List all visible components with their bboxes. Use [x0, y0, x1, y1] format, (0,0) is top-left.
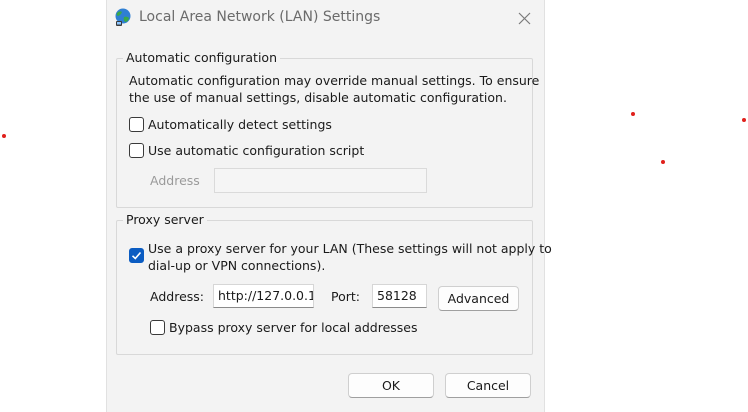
ok-button[interactable]: OK [348, 373, 434, 398]
group-label-automatic-configuration: Automatic configuration [123, 50, 280, 65]
proxy-port-label: Port: [331, 289, 360, 304]
use-proxy-label-line2[interactable]: dial-up or VPN connections). [148, 257, 325, 274]
lan-settings-dialog: Local Area Network (LAN) Settings Automa… [106, 0, 552, 412]
use-script-label[interactable]: Use automatic configuration script [148, 142, 364, 159]
marker-dot [661, 160, 665, 164]
auto-config-description-line1: Automatic configuration may override man… [129, 73, 540, 88]
detect-settings-label[interactable]: Automatically detect settings [148, 116, 332, 133]
marker-dot [2, 134, 6, 138]
auto-config-description-line2: the use of manual settings, disable auto… [129, 90, 507, 105]
close-icon [518, 12, 530, 24]
use-proxy-label-line1[interactable]: Use a proxy server for your LAN (These s… [148, 240, 552, 257]
checkmark-icon [131, 251, 142, 260]
proxy-address-label: Address: [150, 289, 204, 304]
marker-dot [742, 118, 746, 122]
use-script-checkbox[interactable] [129, 143, 144, 158]
window-title: Local Area Network (LAN) Settings [139, 9, 381, 25]
globe-network-icon [113, 7, 133, 27]
script-address-input[interactable] [214, 168, 427, 193]
proxy-address-input[interactable]: http://127.0.0.1 [213, 284, 314, 308]
advanced-button[interactable]: Advanced [438, 286, 519, 311]
script-address-label: Address [150, 173, 200, 188]
marker-dot [631, 112, 635, 116]
cancel-button[interactable]: Cancel [445, 373, 531, 398]
title-bar: Local Area Network (LAN) Settings [107, 0, 544, 36]
detect-settings-checkbox[interactable] [129, 117, 144, 132]
bypass-local-checkbox[interactable] [150, 320, 165, 335]
bypass-local-label[interactable]: Bypass proxy server for local addresses [169, 319, 418, 336]
proxy-port-input[interactable]: 58128 [372, 284, 427, 308]
close-button[interactable] [511, 6, 537, 30]
group-label-proxy-server: Proxy server [123, 212, 207, 227]
use-proxy-checkbox[interactable] [129, 248, 144, 263]
